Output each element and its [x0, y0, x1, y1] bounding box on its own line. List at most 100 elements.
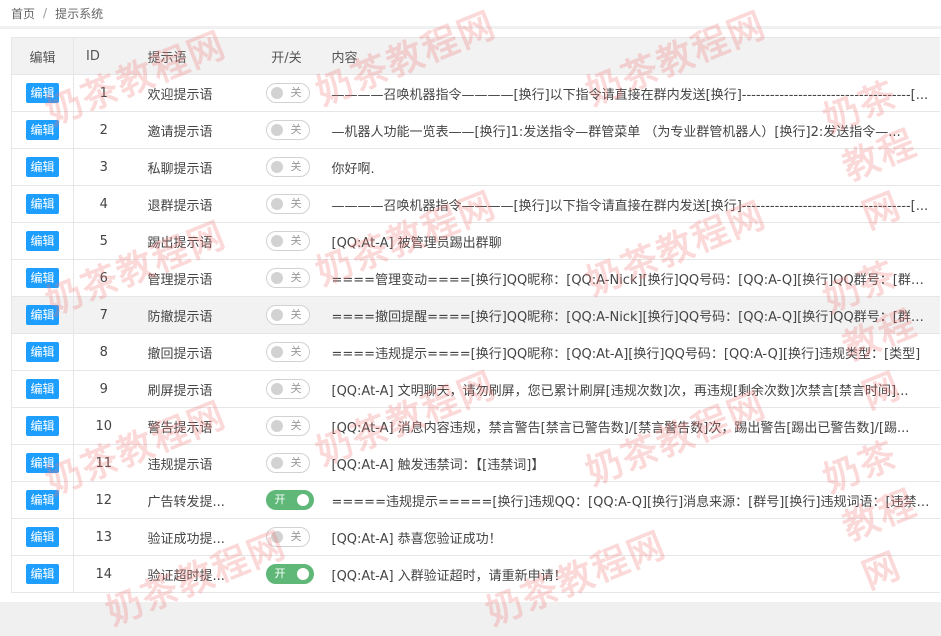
enable-toggle[interactable]: 关 [265, 527, 310, 547]
content-cell: 你好啊. [319, 148, 940, 186]
id-cell: 4 [73, 185, 134, 223]
switch-cell: 关 [253, 296, 320, 334]
edit-button[interactable]: 编辑 [26, 564, 59, 584]
title-cell: 撤回提示语 [133, 333, 254, 371]
enable-toggle[interactable]: 关 [265, 379, 310, 399]
table-row: 编辑 9 刷屏提示语 关 [QQ:At-A] 文明聊天，请勿刷屏，您已累计刷屏[违规次数… [11, 370, 940, 408]
switch-cell: 关 [253, 518, 320, 556]
edit-button[interactable]: 编辑 [26, 490, 59, 510]
edit-button[interactable]: 编辑 [26, 120, 59, 140]
edit-button[interactable]: 编辑 [26, 379, 59, 399]
edit-cell: 编辑 [11, 481, 74, 519]
breadcrumb-current: 提示系统 [55, 6, 104, 21]
edit-button[interactable]: 编辑 [26, 83, 59, 103]
toggle-knob [270, 457, 283, 469]
table-row: 编辑 13 验证成功提... 关 [QQ:At-A] 恭喜您验证成功！ [11, 518, 940, 556]
table-header-row: 编辑 ID 提示语 开/关 内容 [11, 37, 940, 75]
switch-cell: 关 [253, 74, 320, 112]
switch-cell: 关 [253, 333, 320, 371]
toggle-label: 关 [290, 382, 302, 395]
edit-cell: 编辑 [11, 222, 74, 260]
enable-toggle[interactable]: 关 [265, 416, 310, 436]
enable-toggle[interactable]: 关 [265, 342, 310, 362]
content-cell: ====管理变动====[换行]QQ昵称：[QQ:A-Nick][换行]QQ号码… [319, 259, 940, 297]
enable-toggle[interactable]: 关 [265, 305, 310, 325]
column-header-switch: 开/关 [253, 37, 320, 75]
enable-toggle[interactable]: 关 [265, 268, 310, 288]
enable-toggle[interactable]: 关 [265, 453, 310, 473]
id-cell: 6 [73, 259, 134, 297]
enable-toggle[interactable]: 关 [265, 120, 310, 140]
toggle-label: 关 [290, 530, 302, 543]
column-header-content: 内容 [319, 37, 940, 75]
toggle-label: 关 [290, 160, 302, 173]
content-cell: ====撤回提醒====[换行]QQ昵称：[QQ:A-Nick][换行]QQ号码… [319, 296, 940, 334]
edit-button[interactable]: 编辑 [26, 231, 59, 251]
title-cell: 验证超时提... [133, 555, 254, 593]
table-row: 编辑 5 踢出提示语 关 [QQ:At-A] 被管理员踢出群聊 [11, 222, 940, 260]
title-cell: 刷屏提示语 [133, 370, 254, 408]
edit-button[interactable]: 编辑 [26, 157, 59, 177]
content-cell: ————召唤机器指令————[换行]以下指令请直接在群内发送[换行]------… [319, 185, 940, 223]
content-cell: [QQ:At-A] 被管理员踢出群聊 [319, 222, 940, 260]
edit-button[interactable]: 编辑 [26, 453, 59, 473]
edit-button[interactable]: 编辑 [26, 194, 59, 214]
content-cell: ====违规提示====[换行]QQ昵称：[QQ:At-A][换行]QQ号码：[… [319, 333, 940, 371]
toggle-knob [270, 161, 283, 173]
content-cell: [QQ:At-A] 消息内容违规，禁言警告[禁言已警告数]/[禁言警告数]次，踢… [319, 407, 940, 445]
toggle-label: 关 [290, 234, 302, 247]
id-cell: 5 [73, 222, 134, 260]
toggle-knob [270, 87, 283, 99]
edit-cell: 编辑 [11, 444, 74, 482]
toggle-label: 关 [290, 419, 302, 432]
toggle-knob [270, 383, 283, 395]
enable-toggle[interactable]: 关 [265, 83, 310, 103]
switch-cell: 开 [253, 555, 320, 593]
id-cell: 14 [73, 555, 134, 593]
switch-cell: 关 [253, 222, 320, 260]
switch-cell: 关 [253, 370, 320, 408]
edit-cell: 编辑 [11, 518, 74, 556]
toggle-knob [270, 235, 283, 247]
edit-cell: 编辑 [11, 296, 74, 334]
switch-cell: 关 [253, 148, 320, 186]
title-cell: 广告转发提... [133, 481, 254, 519]
edit-button[interactable]: 编辑 [26, 527, 59, 547]
title-cell: 管理提示语 [133, 259, 254, 297]
switch-cell: 关 [253, 111, 320, 149]
breadcrumb-home-link[interactable]: 首页 [11, 5, 35, 22]
switch-cell: 关 [253, 407, 320, 445]
enable-toggle[interactable]: 关 [265, 157, 310, 177]
switch-cell: 关 [253, 185, 320, 223]
id-cell: 7 [73, 296, 134, 334]
content-panel: 编辑 ID 提示语 开/关 内容 编辑 1 欢迎提示语关 ————召唤机器指令————… [0, 29, 941, 602]
enable-toggle[interactable]: 开 [265, 564, 314, 584]
toggle-knob [270, 198, 283, 210]
enable-toggle[interactable]: 关 [265, 194, 310, 214]
id-cell: 1 [73, 74, 134, 112]
enable-toggle[interactable]: 关 [265, 231, 310, 251]
content-cell: ————召唤机器指令————[换行]以下指令请直接在群内发送[换行]------… [319, 74, 940, 112]
table-row: 编辑 14 验证超时提... 开 [QQ:At-A] 入群验证超时，请重新申请！ [11, 555, 940, 593]
edit-cell: 编辑 [11, 74, 74, 112]
table-row: 编辑 11 违规提示语 关 [QQ:At-A] 触发违禁词：【[违禁词]】 [11, 444, 940, 482]
toggle-label: 关 [290, 345, 302, 358]
table-row: 编辑 2 邀请提示语 关 —机器人功能一览表——[换行]1:发送指令—群管菜单 （为专业… [11, 111, 940, 149]
content-cell: [QQ:At-A] 触发违禁词：【[违禁词]】 [319, 444, 940, 482]
edit-button[interactable]: 编辑 [26, 416, 59, 436]
edit-button[interactable]: 编辑 [26, 342, 59, 362]
content-cell: [QQ:At-A] 入群验证超时，请重新申请！ [319, 555, 940, 593]
title-cell: 踢出提示语 [133, 222, 254, 260]
id-cell: 10 [73, 407, 134, 445]
content-cell: —机器人功能一览表——[换行]1:发送指令—群管菜单 （为专业群管机器人）[换行… [319, 111, 940, 149]
edit-cell: 编辑 [11, 148, 74, 186]
edit-button[interactable]: 编辑 [26, 305, 59, 325]
table-row: 编辑 1 欢迎提示语 关 ————召唤机器指令————[换行]以下指令请直接在群内发送[… [11, 74, 940, 112]
id-cell: 12 [73, 481, 134, 519]
toggle-knob [296, 568, 309, 580]
title-cell: 退群提示语 [133, 185, 254, 223]
edit-button[interactable]: 编辑 [26, 268, 59, 288]
edit-cell: 编辑 [11, 259, 74, 297]
content-cell: [QQ:At-A] 恭喜您验证成功！ [319, 518, 940, 556]
enable-toggle[interactable]: 开 [265, 490, 314, 510]
